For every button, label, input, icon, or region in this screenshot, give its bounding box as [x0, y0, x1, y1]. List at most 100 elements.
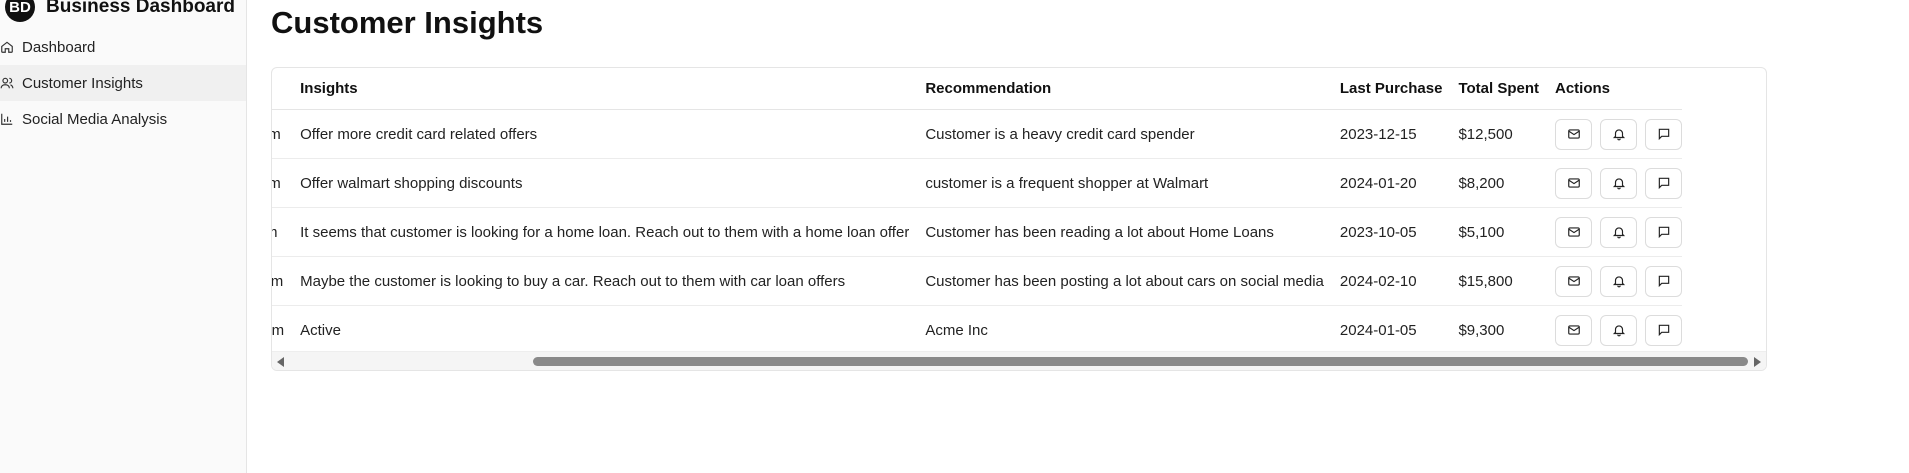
bar-chart-icon: [0, 112, 14, 126]
mail-icon: [1567, 127, 1581, 141]
mail-icon: [1567, 225, 1581, 239]
cell-last-purchase: 2024-01-05: [1339, 321, 1417, 339]
cell-email: bob@example.com: [272, 207, 285, 257]
customer-table: Insights Recommendation Last Purchase To…: [272, 68, 1682, 351]
cell-recommendation: Customer is a heavy credit card spender: [909, 109, 1324, 159]
users-icon: [0, 76, 14, 90]
message-icon: [1657, 323, 1671, 337]
message-icon: [1657, 176, 1671, 190]
send-email-button[interactable]: [1555, 118, 1592, 150]
notify-button[interactable]: [1600, 167, 1637, 199]
mail-icon: [1567, 274, 1581, 288]
send-email-button[interactable]: [1555, 265, 1592, 297]
row-actions: [1555, 314, 1682, 346]
table-row: john@example.com Offer more credit card …: [272, 109, 1682, 159]
cell-total-spent: $9,300: [1458, 321, 1505, 339]
cell-email: jane@example.com: [272, 158, 285, 208]
sidebar-item-dashboard[interactable]: Dashboard: [0, 29, 246, 65]
cell-recommendation: Customer has been reading a lot about Ho…: [909, 207, 1324, 257]
sidebar-nav: Dashboard Customer Insights Social Media…: [0, 29, 246, 137]
row-actions: [1555, 216, 1682, 248]
message-button[interactable]: [1645, 265, 1682, 297]
cell-insight: Offer more credit card related offers: [284, 109, 910, 159]
table-row: mike@example.com Active Acme Inc 2024-01…: [272, 306, 1682, 352]
column-header-insights: Insights: [284, 68, 910, 110]
bell-icon: [1612, 274, 1626, 288]
cell-total-spent: $5,100: [1442, 207, 1539, 257]
cell-recommendation: Customer has been posting a lot about ca…: [909, 256, 1324, 306]
cell-actions: [1539, 256, 1682, 306]
cell-insight: Maybe the customer is looking to buy a c…: [284, 256, 910, 306]
cell-total-spent: $12,500: [1442, 109, 1539, 159]
message-button[interactable]: [1645, 118, 1682, 150]
cell-actions: [1539, 306, 1682, 352]
column-header-recommendation: Recommendation: [909, 68, 1324, 110]
cell-last-purchase: 2024-01-20: [1323, 158, 1443, 208]
table-row: jane@example.com Offer walmart shopping …: [272, 158, 1682, 208]
table-row: bob@example.com It seems that customer i…: [272, 207, 1682, 257]
message-button[interactable]: [1645, 167, 1682, 199]
table-body: john@example.com Offer more credit card …: [272, 109, 1682, 352]
send-email-button[interactable]: [1555, 167, 1592, 199]
row-actions: [1555, 265, 1682, 297]
cell-last-purchase: 2024-02-10: [1323, 256, 1443, 306]
mail-icon: [1567, 323, 1581, 337]
column-header-actions: Actions: [1539, 68, 1682, 110]
scroll-left-arrow[interactable]: [277, 357, 284, 367]
cell-recommendation: customer is a frequent shopper at Walmar…: [909, 158, 1324, 208]
notify-button[interactable]: [1600, 216, 1637, 248]
customer-table-card: Insights Recommendation Last Purchase To…: [271, 67, 1767, 371]
sidebar-item-social-media-analysis[interactable]: Social Media Analysis: [0, 101, 246, 137]
sidebar: BD Business Dashboard Dashboard Customer…: [0, 0, 247, 473]
notify-button[interactable]: [1600, 265, 1637, 297]
sidebar-item-customer-insights[interactable]: Customer Insights: [0, 65, 246, 101]
sidebar-item-label: Dashboard: [22, 38, 96, 56]
column-header-total-spent: Total Spent: [1442, 68, 1539, 110]
scrollbar-thumb[interactable]: [533, 357, 1748, 366]
mail-icon: [1567, 176, 1581, 190]
message-icon: [1657, 274, 1671, 288]
bell-icon: [1612, 176, 1626, 190]
message-button[interactable]: [1645, 314, 1682, 346]
table-row: alice@example.com Maybe the customer is …: [272, 256, 1682, 306]
table-header-row: Insights Recommendation Last Purchase To…: [272, 68, 1682, 110]
send-email-button[interactable]: [1555, 314, 1592, 346]
column-header-email: [272, 68, 285, 110]
table-scroll-area[interactable]: Insights Recommendation Last Purchase To…: [272, 68, 1766, 351]
bell-icon: [1612, 127, 1626, 141]
message-icon: [1657, 127, 1671, 141]
brand-title: Business Dashboard: [46, 0, 235, 17]
brand-logo: BD: [5, 0, 35, 22]
cell-total-spent: $8,200: [1442, 158, 1539, 208]
cell-insight: Offer walmart shopping discounts: [284, 158, 910, 208]
bell-icon: [1612, 323, 1626, 337]
horizontal-scrollbar[interactable]: [272, 351, 1766, 370]
cell-email: mike@example.com: [272, 321, 285, 339]
row-actions: [1555, 118, 1682, 150]
notify-button[interactable]: [1600, 314, 1637, 346]
cell-total-spent: $15,800: [1442, 256, 1539, 306]
cell-insight: It seems that customer is looking for a …: [284, 207, 910, 257]
message-button[interactable]: [1645, 216, 1682, 248]
message-icon: [1657, 225, 1671, 239]
cell-actions: [1539, 109, 1682, 159]
bell-icon: [1612, 225, 1626, 239]
cell-last-purchase: 2023-10-05: [1323, 207, 1443, 257]
page-title: Customer Insights: [271, 5, 544, 40]
cell-recommendation: Acme Inc: [925, 321, 988, 339]
cell-email: john@example.com: [272, 109, 285, 159]
sidebar-item-label: Social Media Analysis: [22, 110, 168, 128]
cell-email: alice@example.com: [272, 256, 285, 306]
cell-actions: [1539, 207, 1682, 257]
scroll-right-arrow[interactable]: [1754, 357, 1761, 367]
sidebar-item-label: Customer Insights: [22, 74, 143, 92]
cell-insight: Active: [300, 321, 341, 339]
notify-button[interactable]: [1600, 118, 1637, 150]
cell-actions: [1539, 158, 1682, 208]
brand: BD Business Dashboard: [5, 0, 235, 22]
cell-last-purchase: 2023-12-15: [1323, 109, 1443, 159]
home-icon: [0, 40, 14, 54]
send-email-button[interactable]: [1555, 216, 1592, 248]
row-actions: [1555, 167, 1682, 199]
column-header-last-purchase: Last Purchase: [1323, 68, 1443, 110]
